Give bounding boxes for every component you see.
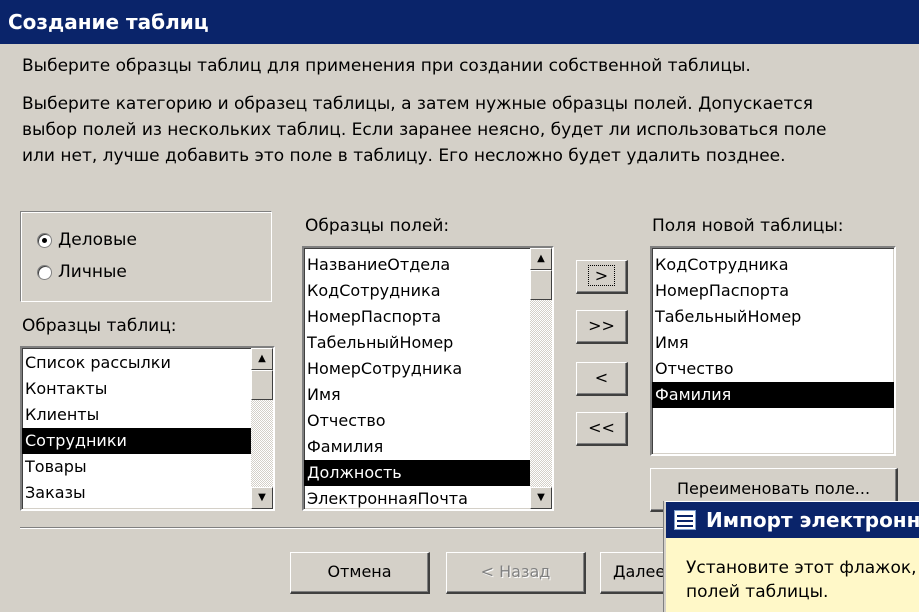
sample-fields-scrollbar[interactable]: ▲ ▼ <box>530 248 552 509</box>
new-fields-label: Поля новой таблицы: <box>652 216 844 236</box>
list-item[interactable]: Имя <box>652 330 894 356</box>
radio-personal-icon <box>37 264 52 280</box>
list-item[interactable]: ЭлектроннаяПочта <box>304 486 530 509</box>
add-field-button-label: > <box>587 265 616 286</box>
list-item[interactable]: НазваниеОтдела <box>304 252 530 278</box>
intro-text-2: Выберите категорию и образец таблицы, а … <box>22 94 813 114</box>
window-title-bar[interactable]: Создание таблиц <box>0 0 919 44</box>
list-item[interactable]: Список рассылки <box>22 350 251 376</box>
list-item[interactable]: Фамилия <box>304 434 530 460</box>
list-item[interactable]: Клиенты <box>22 402 251 428</box>
scroll-up-icon[interactable]: ▲ <box>530 248 552 270</box>
radio-business[interactable]: Деловые <box>37 228 137 252</box>
radio-personal-label: Личные <box>58 262 127 282</box>
add-field-button[interactable]: > <box>576 260 628 294</box>
cancel-button[interactable]: Отмена <box>290 552 430 594</box>
scroll-down-icon[interactable]: ▼ <box>251 487 273 509</box>
radio-personal[interactable]: Личные <box>37 260 127 284</box>
list-item[interactable]: ТабельныйНомер <box>304 330 530 356</box>
scroll-down-icon[interactable]: ▼ <box>530 487 552 509</box>
list-item[interactable]: Заказы <box>22 480 251 506</box>
sample-fields-list[interactable]: НазваниеОтдела КодСотрудника НомерПаспор… <box>302 246 554 511</box>
list-item[interactable]: КодСотрудника <box>652 252 894 278</box>
sample-fields-label: Образцы полей: <box>305 216 450 236</box>
add-all-fields-button[interactable]: >> <box>576 310 628 344</box>
scroll-thumb[interactable] <box>251 370 273 400</box>
list-item[interactable]: КодСотрудника <box>304 278 530 304</box>
list-item[interactable]: Сотрудники <box>22 428 251 454</box>
new-fields-list[interactable]: КодСотрудника НомерПаспорта ТабельныйНом… <box>650 246 896 456</box>
remove-all-fields-button[interactable]: << <box>576 412 628 446</box>
spreadsheet-icon <box>674 510 696 530</box>
sample-tables-label: Образцы таблиц: <box>22 316 177 336</box>
list-item[interactable]: НомерПаспорта <box>652 278 894 304</box>
intro-text-3: выбор полей из нескольких таблиц. Если з… <box>22 120 827 140</box>
list-item[interactable]: Контакты <box>22 376 251 402</box>
back-button[interactable]: < Назад <box>446 552 586 594</box>
radio-business-icon <box>37 232 52 248</box>
popup-title: Импорт электронной таблицы <box>706 508 919 532</box>
intro-text-1: Выберите образцы таблиц для применения п… <box>22 56 751 76</box>
import-spreadsheet-popup[interactable]: Импорт электронной таблицы Установите эт… <box>664 501 919 612</box>
sample-tables-scrollbar[interactable]: ▲ ▼ <box>251 348 273 509</box>
popup-text-1: Установите этот флажок, <box>686 558 917 578</box>
category-groupbox: Деловые Личные <box>20 211 272 302</box>
list-item[interactable]: Товары <box>22 454 251 480</box>
popup-text-2: полей таблицы. <box>686 582 829 602</box>
list-item[interactable]: Отчество <box>304 408 530 434</box>
remove-field-button[interactable]: < <box>576 362 628 396</box>
list-item[interactable]: Должность <box>304 460 530 486</box>
sample-tables-list[interactable]: Список рассылки Контакты Клиенты Сотрудн… <box>20 346 275 511</box>
scroll-thumb[interactable] <box>530 270 552 300</box>
list-item[interactable]: НомерПаспорта <box>304 304 530 330</box>
radio-business-label: Деловые <box>58 230 137 250</box>
list-item[interactable]: Отчество <box>652 356 894 382</box>
intro-text-4: или нет, лучше добавить это поле в табли… <box>22 146 786 166</box>
popup-title-bar[interactable]: Импорт электронной таблицы <box>666 502 919 538</box>
scroll-up-icon[interactable]: ▲ <box>251 348 273 370</box>
list-item[interactable]: ТабельныйНомер <box>652 304 894 330</box>
list-item[interactable]: Фамилия <box>652 382 894 408</box>
list-item[interactable]: Имя <box>304 382 530 408</box>
window-title: Создание таблиц <box>8 10 209 34</box>
list-item[interactable]: НомерСотрудника <box>304 356 530 382</box>
